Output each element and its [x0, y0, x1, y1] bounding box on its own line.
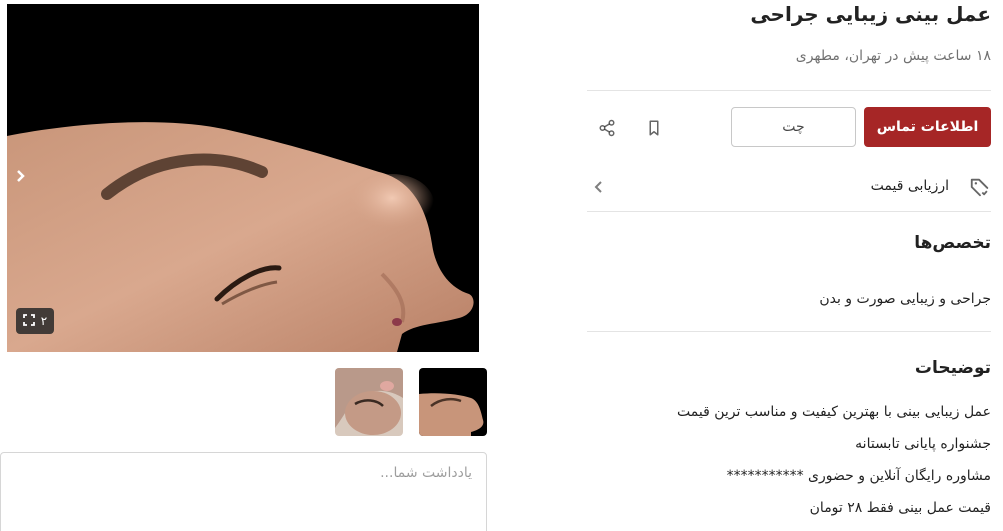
fullscreen-icon — [22, 313, 35, 329]
divider — [587, 211, 991, 212]
specialties-title: تخصص‌ها — [914, 233, 991, 253]
price-evaluation-row[interactable]: ارزیابی قیمت — [587, 170, 991, 204]
chat-button[interactable]: چت — [731, 107, 856, 147]
contact-info-button[interactable]: اطلاعات تماس — [864, 107, 991, 147]
main-image[interactable]: ۲ — [7, 4, 479, 352]
note-box — [0, 452, 487, 531]
description-line: عمل زیبایی بینی با بهترین کیفیت و مناسب … — [677, 404, 991, 420]
post-subtitle: ۱۸ ساعت پیش در تهران، مطهری — [795, 48, 991, 64]
face-profile-photo — [7, 4, 479, 352]
price-tag-check-icon — [969, 176, 991, 198]
divider — [587, 331, 991, 332]
specialties-value: جراحی و زیبایی صورت و بدن — [819, 291, 991, 307]
post-title: عمل بینی زیبایی جراحی — [750, 2, 991, 26]
price-evaluation-label: ارزیابی قیمت — [870, 178, 949, 194]
description-line: مشاوره رایگان آنلاین و حضوری *********** — [726, 468, 991, 484]
thumbnail-2[interactable] — [335, 368, 403, 436]
image-count: ۲ — [40, 314, 48, 328]
bookmark-icon[interactable] — [640, 114, 668, 142]
divider — [587, 90, 991, 91]
share-icon[interactable] — [593, 114, 621, 142]
note-input[interactable] — [1, 453, 486, 531]
image-counter-badge[interactable]: ۲ — [16, 308, 54, 334]
description-title: توضیحات — [914, 358, 991, 378]
thumbnail-1[interactable] — [419, 368, 487, 436]
description-line: قیمت عمل بینی فقط ۲۸ تومان — [809, 500, 991, 516]
description-line: جشنواره پایانی تابستانه — [855, 436, 991, 452]
chevron-left-icon — [593, 179, 605, 195]
gallery-next-button[interactable] — [11, 164, 31, 188]
